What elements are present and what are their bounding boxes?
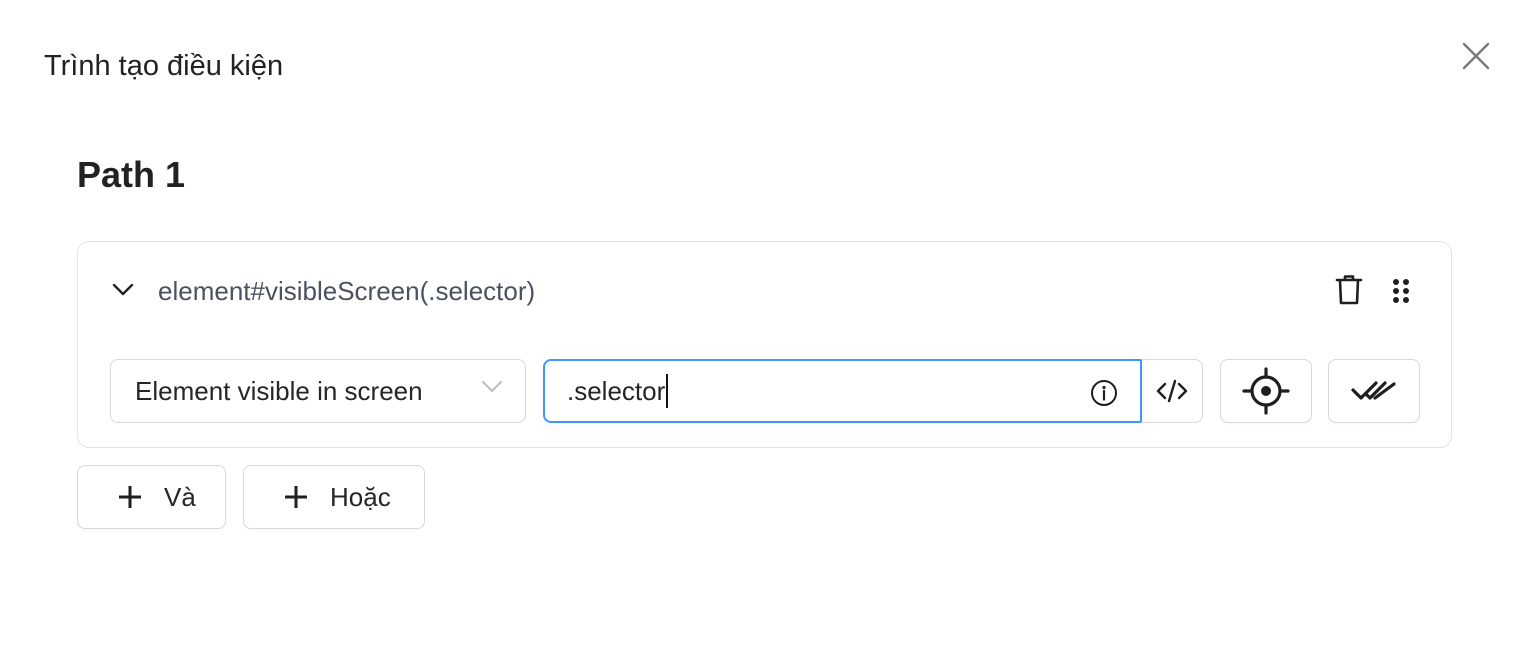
delete-condition-button[interactable] [1332,272,1366,308]
add-and-condition-button[interactable]: Và [77,465,226,529]
add-and-label: Và [164,481,196,512]
condition-builder-dialog: Trình tạo điều kiện Path 1 element#visib… [0,0,1534,658]
trash-icon [1335,275,1363,305]
condition-header: element#visibleScreen(.selector) [78,242,1451,338]
drag-handle-icon [1393,279,1409,303]
pick-element-button[interactable] [1220,359,1312,423]
chevron-down-icon [112,283,134,296]
close-icon [1462,42,1490,70]
condition-card: element#visibleScreen(.selector) Element… [77,241,1452,448]
condition-type-select[interactable]: Element visible in screen [110,359,526,423]
selector-info-button[interactable] [1089,378,1119,408]
dialog-title: Trình tạo điều kiện [44,50,284,82]
close-button[interactable] [1456,36,1496,76]
add-or-condition-button[interactable]: Hoặc [243,465,425,529]
plus-icon [282,483,310,511]
condition-type-value: Element visible in screen [135,375,423,406]
add-or-label: Hoặc [330,481,391,512]
collapse-toggle[interactable] [110,277,136,303]
info-icon [1091,380,1117,406]
text-caret [666,374,669,408]
crosshair-icon [1242,367,1290,415]
condition-label: element#visibleScreen(.selector) [158,276,536,306]
selector-value: .selector [567,375,666,406]
verify-selector-button[interactable] [1328,359,1420,423]
code-icon [1156,379,1187,403]
path-title: Path 1 [77,154,186,195]
selector-input-group: .selector [543,359,1203,423]
code-editor-button[interactable] [1141,359,1203,423]
chevron-down-icon [482,381,502,392]
selector-input[interactable]: .selector [543,359,1142,423]
plus-icon [116,483,144,511]
double-check-icon [1351,381,1396,400]
drag-handle[interactable] [1386,276,1416,306]
